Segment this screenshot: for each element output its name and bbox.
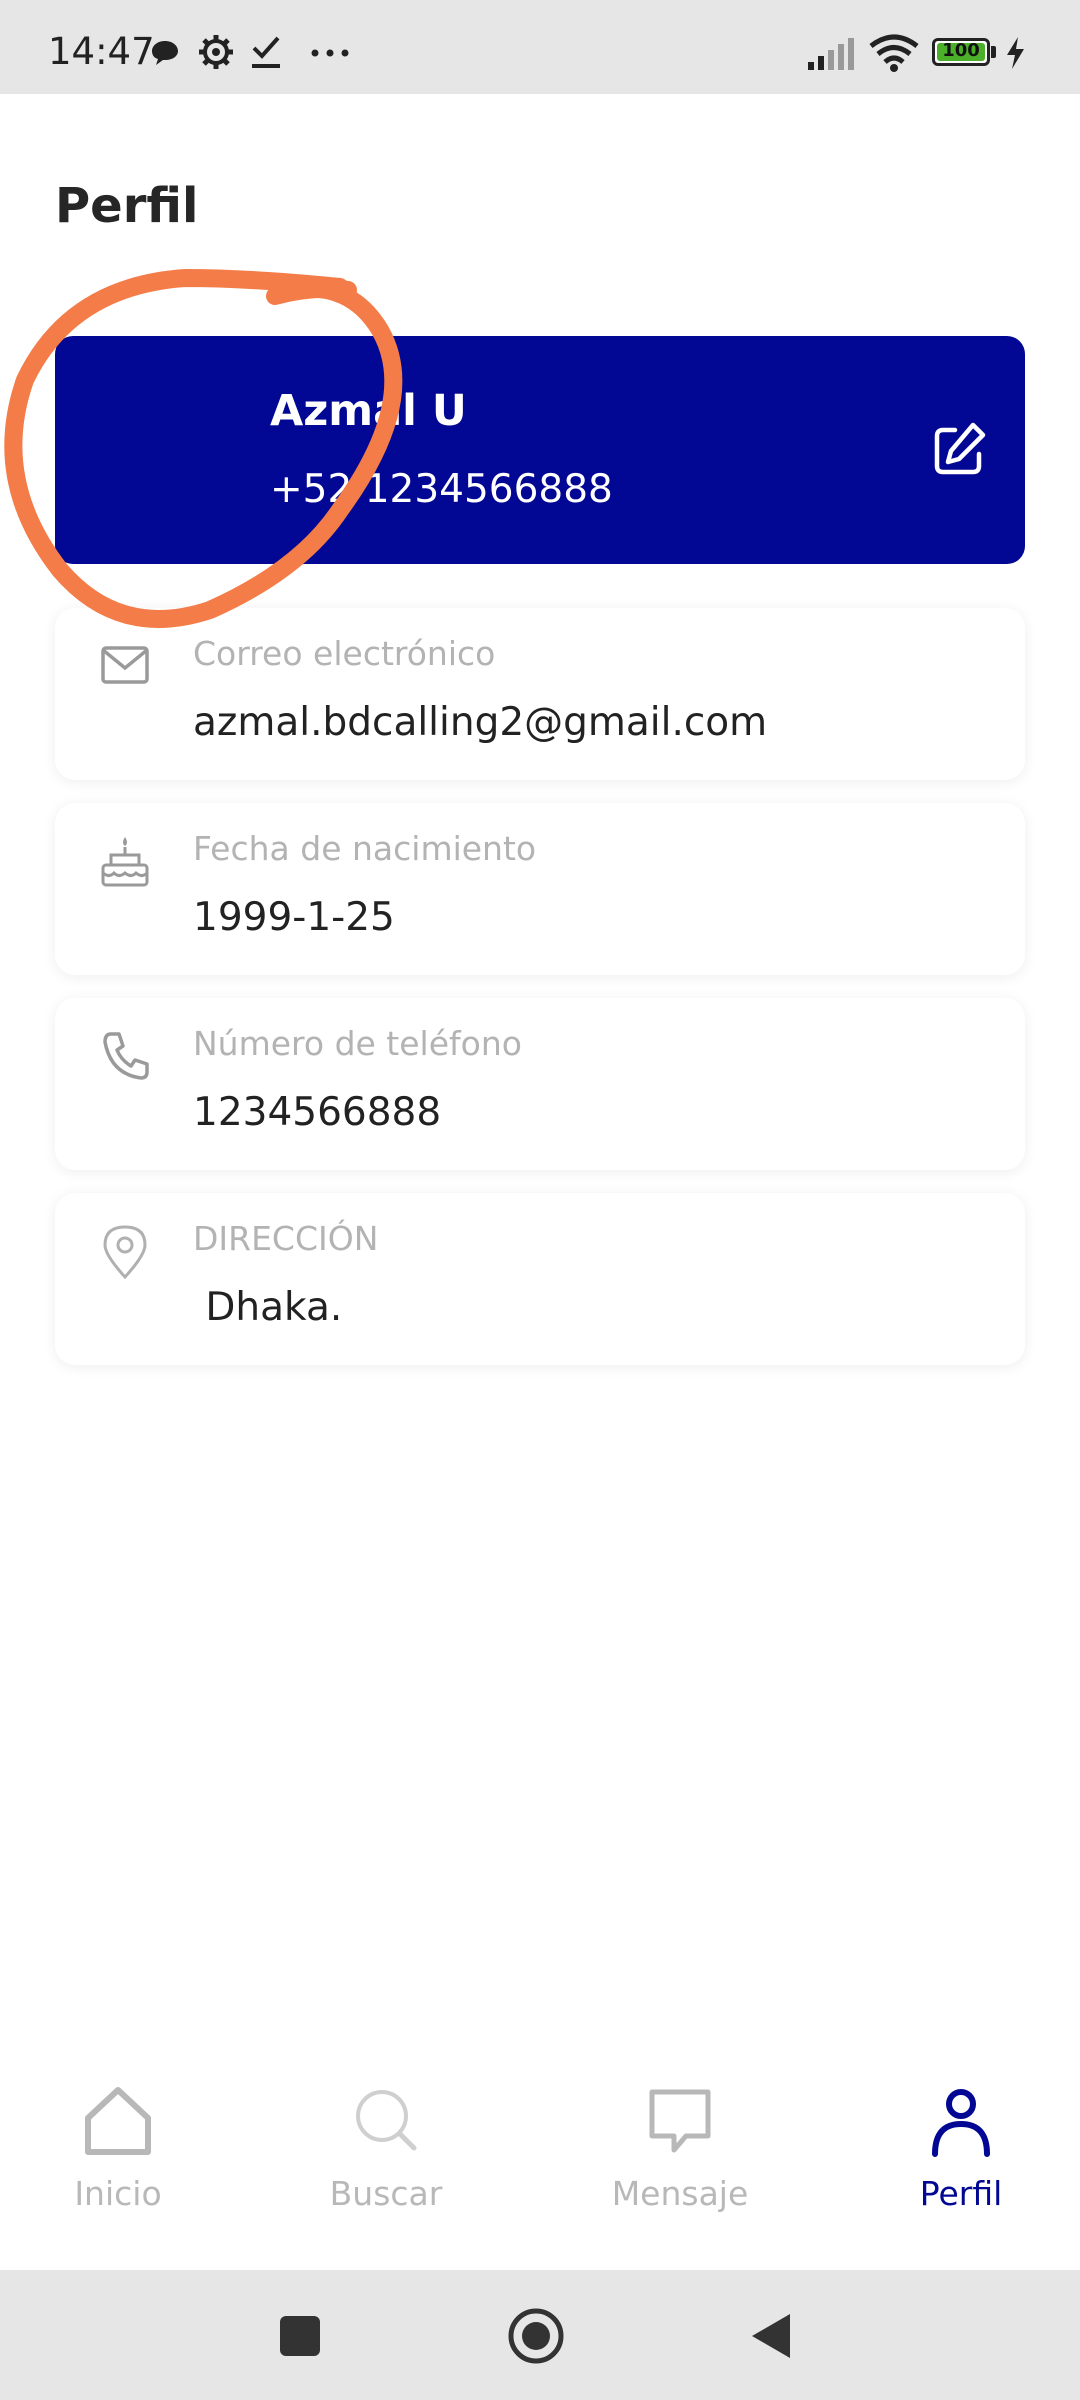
phone-value: 1234566888 <box>193 1090 442 1135</box>
nav-item-mensaje[interactable]: Mensaje <box>570 2080 790 2250</box>
address-label: DIRECCIÓN <box>193 1219 379 1258</box>
signal-icon <box>808 38 854 70</box>
home-circle-icon[interactable] <box>506 2306 566 2366</box>
home-icon <box>85 2087 151 2155</box>
profile-name: Azmal U <box>270 386 467 436</box>
profile-card: Azmal U +52 1234566888 <box>55 336 1025 564</box>
edit-icon <box>934 422 986 475</box>
charging-icon <box>1007 37 1024 69</box>
email-card: Correo electrónico azmal.bdcalling2@gmai… <box>55 608 1025 780</box>
nav-label-buscar: Buscar <box>329 2174 443 2213</box>
more-dots-icon <box>311 49 349 57</box>
birthdate-card: Fecha de nacimiento 1999-1-25 <box>55 803 1025 975</box>
profile-phone: +52 1234566888 <box>270 467 613 512</box>
email-label: Correo electrónico <box>193 634 496 673</box>
user-icon <box>932 2089 990 2157</box>
phone-label: Número de teléfono <box>193 1024 522 1063</box>
recents-square-icon[interactable] <box>278 2314 322 2358</box>
birthdate-value: 1999-1-25 <box>193 895 395 940</box>
chat-bubble-icon <box>152 41 178 65</box>
cake-icon <box>101 837 149 887</box>
search-icon <box>356 2090 417 2151</box>
mail-icon <box>101 646 149 684</box>
address-value: Dhaka. <box>193 1285 343 1330</box>
edit-profile-button[interactable] <box>925 416 993 484</box>
nav-item-perfil[interactable]: Perfil <box>851 2080 1071 2250</box>
email-value: azmal.bdcalling2@gmail.com <box>193 700 768 745</box>
status-time: 14:47 <box>48 30 155 73</box>
address-card: DIRECCIÓN Dhaka. <box>55 1193 1025 1365</box>
battery-cap <box>991 46 996 58</box>
nav-item-buscar[interactable]: Buscar <box>276 2080 496 2250</box>
location-pin-icon <box>103 1225 147 1280</box>
birthdate-label: Fecha de nacimiento <box>193 829 537 868</box>
system-nav-bar <box>0 2270 1080 2400</box>
status-bar: 14:47 100 <box>0 0 1080 94</box>
phone-icon <box>103 1032 149 1080</box>
phone-card: Número de teléfono 1234566888 <box>55 998 1025 1170</box>
bottom-nav: Inicio Buscar Mensaje Perfil <box>0 2040 1080 2270</box>
check-icon <box>252 36 280 68</box>
battery-level: 100 <box>942 40 980 61</box>
nav-label-mensaje: Mensaje <box>611 2174 749 2213</box>
gear-icon <box>199 35 233 69</box>
battery-icon: 100 <box>932 38 990 66</box>
back-triangle-icon[interactable] <box>748 2312 794 2360</box>
message-icon <box>649 2089 711 2153</box>
nav-item-inicio[interactable]: Inicio <box>8 2080 228 2250</box>
wifi-icon <box>869 34 919 72</box>
nav-label-perfil: Perfil <box>919 2174 1003 2213</box>
nav-label-inicio: Inicio <box>74 2174 162 2213</box>
page-title: Perfil <box>55 178 199 234</box>
